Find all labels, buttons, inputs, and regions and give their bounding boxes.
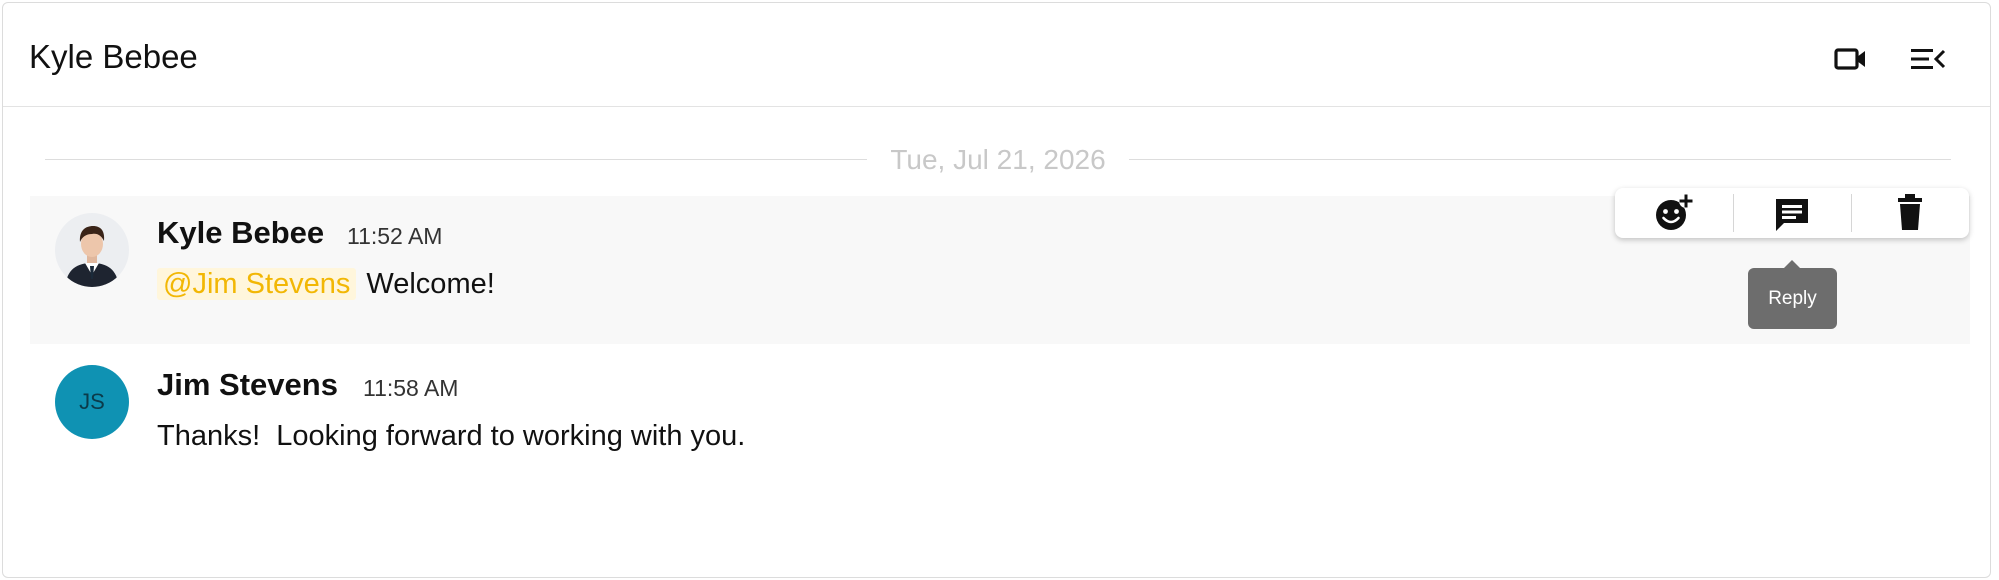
chat-title: Kyle Bebee: [29, 38, 198, 75]
video-call-button[interactable]: [1829, 39, 1873, 79]
add-reaction-icon: [1656, 194, 1693, 230]
divider-line-left: [45, 159, 867, 160]
add-reaction-button[interactable]: [1615, 188, 1733, 238]
thread-menu-button[interactable]: [1906, 39, 1950, 79]
divider-line-right: [1129, 159, 1951, 160]
message-author[interactable]: Jim Stevens: [157, 366, 338, 404]
reply-icon: [1776, 199, 1808, 231]
reply-button[interactable]: [1733, 188, 1851, 238]
chat-window: Kyle Bebee Tue, Jul 21, 2026 Kyle Bebee …: [2, 2, 1991, 578]
menu-collapse-icon: [1911, 49, 1946, 69]
delete-button[interactable]: [1851, 188, 1969, 238]
message-item[interactable]: JS Jim Stevens 11:58 AM Thanks! Looking …: [30, 348, 1970, 478]
message-actions-toolbar: [1615, 188, 1969, 238]
user-mention[interactable]: @Jim Stevens: [157, 268, 357, 300]
date-divider: Tue, Jul 21, 2026: [45, 140, 1951, 180]
message-body: @Jim Stevens Welcome!: [157, 264, 495, 304]
avatar[interactable]: JS: [55, 365, 129, 439]
message-text: Thanks! Looking forward to working with …: [157, 420, 746, 452]
message-text: Welcome!: [366, 268, 495, 300]
date-label: Tue, Jul 21, 2026: [890, 144, 1106, 175]
message-author[interactable]: Kyle Bebee: [157, 214, 324, 252]
message-timestamp: 11:58 AM: [363, 375, 459, 401]
avatar[interactable]: [55, 213, 129, 287]
chat-header: Kyle Bebee: [3, 3, 1990, 107]
message-timestamp: 11:52 AM: [347, 223, 443, 249]
profile-photo-icon: [55, 213, 129, 287]
reply-tooltip: Reply: [1748, 260, 1837, 329]
video-camera-icon: [1834, 48, 1865, 70]
trash-icon: [1898, 194, 1922, 230]
avatar-initials: JS: [79, 389, 105, 414]
message-body: Thanks! Looking forward to working with …: [157, 416, 745, 456]
